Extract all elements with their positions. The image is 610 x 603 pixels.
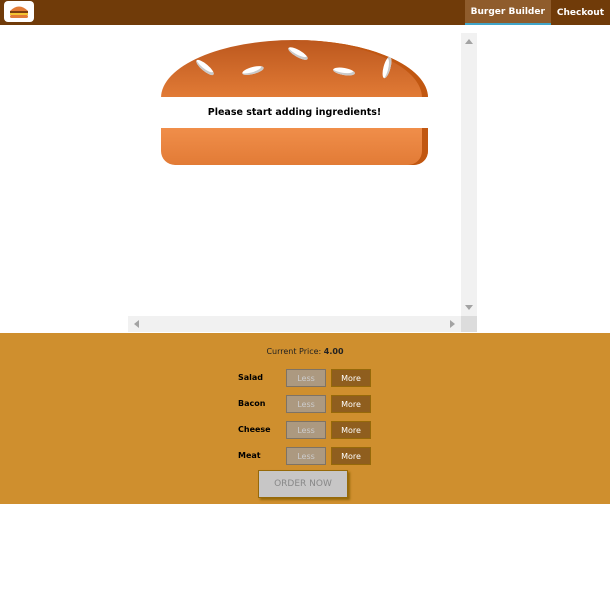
less-meat-button[interactable]: Less [286,447,326,465]
ingredient-label: Meat [238,451,261,460]
nav-checkout[interactable]: Checkout [551,0,610,25]
empty-burger-message: Please start adding ingredients! [161,97,428,128]
build-control-cheese: Cheese Less More [0,421,610,439]
more-cheese-button[interactable]: More [331,421,371,439]
bread-bottom [161,128,428,165]
vertical-scrollbar[interactable] [461,33,477,316]
more-meat-button[interactable]: More [331,447,371,465]
more-bacon-button[interactable]: More [331,395,371,413]
nav-burger-builder[interactable]: Burger Builder [464,0,551,25]
price-value: 4.00 [323,347,344,356]
build-control-meat: Meat Less More [0,447,610,465]
logo[interactable] [4,1,34,22]
nav-items: Burger Builder Checkout [464,0,610,25]
order-now-button[interactable]: ORDER NOW [258,470,348,498]
price-label: Current Price: [266,347,322,356]
scroll-left-icon[interactable] [134,320,139,328]
seed [194,57,216,78]
less-salad-button[interactable]: Less [286,369,326,387]
seed [380,55,394,80]
build-control-salad: Salad Less More [0,369,610,387]
seed [286,44,310,63]
build-control-bacon: Bacon Less More [0,395,610,413]
scroll-right-icon[interactable] [450,320,455,328]
more-salad-button[interactable]: More [331,369,371,387]
build-controls: Current Price: 4.00 Salad Less More Baco… [0,333,610,504]
ingredient-label: Cheese [238,425,271,434]
horizontal-scrollbar[interactable] [128,316,461,332]
less-bacon-button[interactable]: Less [286,395,326,413]
ingredient-label: Bacon [238,399,266,408]
current-price: Current Price: 4.00 [0,347,610,356]
less-cheese-button[interactable]: Less [286,421,326,439]
seed [241,64,265,77]
scroll-corner [461,316,477,332]
burger-logo-icon [10,6,28,18]
seed [332,66,356,77]
ingredient-label: Salad [238,373,264,382]
scroll-down-icon[interactable] [465,305,473,310]
scroll-up-icon[interactable] [465,39,473,44]
toolbar: Burger Builder Checkout [0,0,610,25]
